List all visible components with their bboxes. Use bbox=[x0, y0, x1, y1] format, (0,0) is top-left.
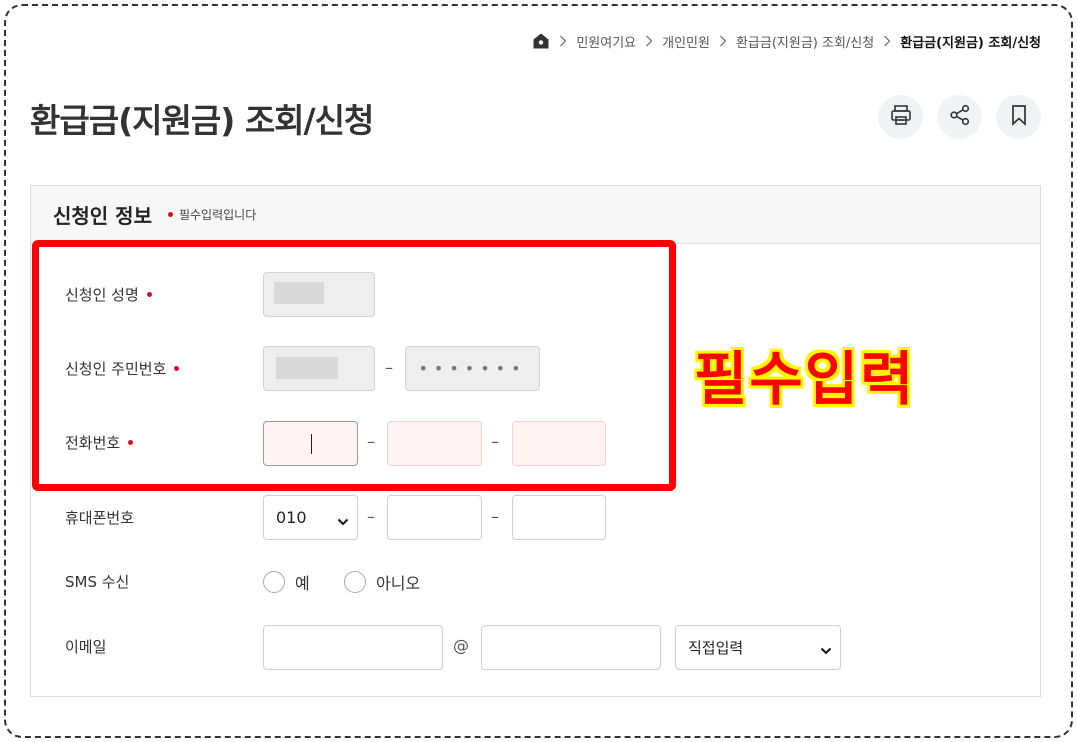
email-domain-input[interactable] bbox=[481, 625, 661, 670]
sms-label-text: SMS 수신 bbox=[65, 573, 130, 591]
page-title: 환급금(지원금) 조회/신청 bbox=[30, 101, 374, 140]
mobile-prefix-select[interactable]: 010 bbox=[263, 495, 358, 540]
email-at-sign: @ bbox=[453, 636, 469, 655]
mobile-middle-input[interactable] bbox=[387, 495, 482, 540]
printer-icon bbox=[889, 103, 913, 131]
chevron-right-icon bbox=[559, 35, 567, 47]
breadcrumb-item-minwon[interactable]: 민원여기요 bbox=[576, 32, 636, 51]
email-label: 이메일 bbox=[65, 636, 106, 657]
breadcrumb: 민원여기요 개인민원 환급금(지원금) 조회/신청 환급금(지원금) 조회/신청 bbox=[532, 30, 1041, 52]
breadcrumb-item-refund[interactable]: 환급금(지원금) 조회/신청 bbox=[736, 32, 874, 51]
sms-label: SMS 수신 bbox=[65, 571, 129, 592]
email-id-input[interactable] bbox=[263, 625, 443, 670]
mobile-prefix-value: 010 bbox=[276, 508, 307, 527]
email-domain-value: 직접입력 bbox=[688, 639, 744, 657]
mobile-label-text: 휴대폰번호 bbox=[65, 509, 135, 527]
sms-no-radio[interactable]: 아니오 bbox=[344, 570, 420, 594]
required-note-text: 필수입력입니다 bbox=[178, 208, 257, 222]
separator-dash: – bbox=[367, 507, 375, 526]
required-fields-highlight bbox=[32, 240, 676, 491]
breadcrumb-current: 환급금(지원금) 조회/신청 bbox=[900, 35, 1041, 51]
panel-header: 신청인 정보 필수입력입니다 bbox=[31, 186, 1040, 244]
home-icon[interactable] bbox=[532, 32, 550, 50]
radio-circle[interactable] bbox=[263, 571, 285, 593]
chevron-down-icon bbox=[820, 642, 832, 660]
bookmark-button[interactable] bbox=[996, 95, 1041, 139]
mobile-label: 휴대폰번호 bbox=[65, 507, 134, 528]
chevron-right-icon bbox=[645, 35, 653, 47]
breadcrumb-item-personal[interactable]: 개인민원 bbox=[662, 32, 710, 51]
sms-yes-radio[interactable]: 예 bbox=[263, 570, 310, 594]
email-label-text: 이메일 bbox=[65, 638, 107, 656]
required-note: 필수입력입니다 bbox=[167, 206, 257, 223]
share-icon bbox=[949, 104, 971, 130]
radio-circle[interactable] bbox=[344, 571, 366, 593]
email-domain-select[interactable]: 직접입력 bbox=[675, 625, 841, 670]
chevron-down-icon bbox=[337, 512, 349, 531]
mobile-last-input[interactable] bbox=[512, 495, 606, 540]
required-dot-icon bbox=[167, 212, 173, 217]
sms-yes-label: 예 bbox=[295, 574, 310, 593]
chevron-right-icon bbox=[719, 35, 727, 47]
required-input-annotation: 필수입력 bbox=[694, 345, 916, 413]
print-button[interactable] bbox=[878, 95, 923, 139]
bookmark-icon bbox=[1009, 104, 1029, 130]
section-title: 신청인 정보 bbox=[53, 204, 152, 228]
separator-dash: – bbox=[491, 507, 499, 526]
sms-no-label: 아니오 bbox=[376, 574, 421, 593]
page-actions bbox=[878, 95, 1041, 139]
share-button[interactable] bbox=[937, 95, 982, 139]
chevron-right-icon bbox=[883, 35, 891, 47]
